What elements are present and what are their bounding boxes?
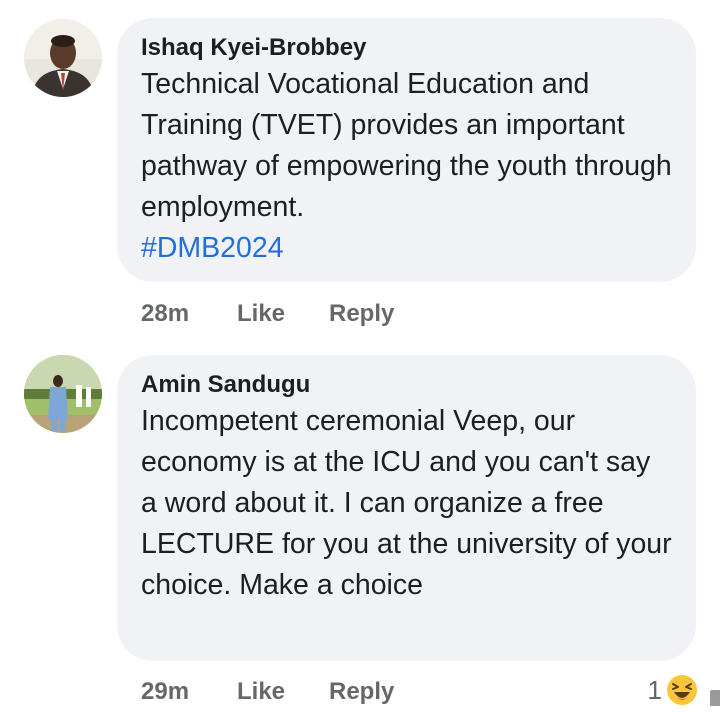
user-photo-icon: [24, 355, 102, 433]
scrollbar-handle[interactable]: [710, 690, 720, 706]
avatar[interactable]: [24, 355, 102, 433]
comment-timestamp[interactable]: 29m: [141, 672, 189, 712]
comment-timestamp[interactable]: 28m: [141, 294, 189, 334]
comment-text: Incompetent ceremonial Veep, our economy…: [141, 401, 672, 606]
laughing-emoji-icon: [666, 674, 698, 706]
reaction-summary[interactable]: 1: [648, 670, 698, 710]
reply-button[interactable]: Reply: [329, 294, 394, 334]
like-button[interactable]: Like: [237, 672, 285, 712]
hashtag-link[interactable]: #DMB2024: [141, 232, 284, 264]
avatar[interactable]: [24, 19, 102, 97]
reply-button[interactable]: Reply: [329, 672, 394, 712]
comment-actions: 29m Like Reply: [141, 672, 701, 712]
user-photo-icon: [24, 19, 102, 97]
reaction-count: 1: [648, 675, 662, 706]
comment-bubble: Ishaq Kyei-Brobbey Technical Vocational …: [117, 18, 696, 282]
comment-actions: 28m Like Reply: [141, 294, 701, 334]
comment-text: Technical Vocational Education and Train…: [141, 64, 672, 269]
comment-text-body: Technical Vocational Education and Train…: [141, 68, 672, 223]
comment-bubble: Amin Sandugu Incompetent ceremonial Veep…: [117, 355, 696, 661]
comment-author[interactable]: Amin Sandugu: [141, 369, 672, 401]
like-button[interactable]: Like: [237, 294, 285, 334]
comment-author[interactable]: Ishaq Kyei-Brobbey: [141, 32, 672, 64]
